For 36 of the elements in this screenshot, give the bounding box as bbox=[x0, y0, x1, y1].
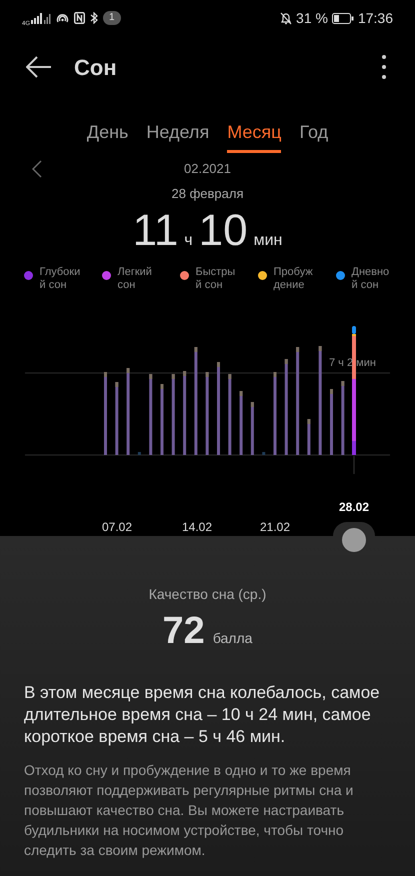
bell-off-icon bbox=[280, 12, 292, 24]
nfc-icon bbox=[74, 12, 86, 24]
legend-label: Глубоки й сон bbox=[40, 266, 80, 292]
quality-unit: балла bbox=[212, 628, 252, 648]
date-axis-label: 28.02 bbox=[338, 498, 370, 516]
quality-score: 72 bbox=[162, 608, 205, 654]
period-tab[interactable]: Месяц bbox=[227, 119, 282, 153]
battery-percent: 31 % bbox=[296, 8, 328, 28]
bluetooth-icon bbox=[90, 12, 98, 24]
period-tab[interactable]: Год bbox=[299, 119, 328, 153]
clock: 17:36 bbox=[358, 8, 393, 28]
selected-date: 28 февраля bbox=[172, 185, 244, 203]
summary-text: В этом месяце время сна колебалось, самое длительное время сна – 10 ч 24 мин, самое короткое время сна – 5 ч 46 мин. bbox=[24, 682, 381, 748]
date-axis-label: 14.02 bbox=[182, 518, 212, 536]
screen-title: Сон bbox=[74, 54, 117, 82]
legend-label: Пробуж дение bbox=[274, 266, 313, 292]
duration-hours: 11 bbox=[132, 206, 178, 256]
period-tab[interactable]: День bbox=[86, 119, 128, 153]
battery-icon bbox=[332, 12, 354, 24]
date-axis-label: 21.02 bbox=[260, 518, 290, 536]
hours-unit: ч bbox=[184, 230, 193, 250]
duration-minutes: 10 bbox=[198, 206, 248, 256]
legend-label: Легкий сон bbox=[118, 266, 152, 292]
legend-label: Быстры й сон bbox=[196, 266, 236, 292]
signal-icon bbox=[31, 12, 52, 24]
previous-month-button[interactable] bbox=[32, 160, 44, 178]
legend-label: Дневно й сон bbox=[352, 266, 390, 292]
date-axis-label: 07.02 bbox=[102, 518, 132, 536]
hotspot-icon bbox=[56, 12, 70, 24]
month-label: 02.2021 bbox=[184, 160, 231, 178]
minutes-unit: мин bbox=[254, 230, 282, 250]
notification-badge: 1 bbox=[103, 11, 121, 25]
advice-text: Отход ко сну и пробуждение в одно и то же время позволяют поддерживать регулярные ритмы сна и повышают качество сна. Вы можете настраивать будильники на носимом устройстве, чтобы точно следить за своим режимом. bbox=[24, 760, 354, 860]
period-tab[interactable]: Неделя bbox=[146, 119, 210, 153]
more-options-button[interactable] bbox=[381, 55, 387, 79]
quality-label: Качество сна (ср.) bbox=[148, 584, 266, 604]
